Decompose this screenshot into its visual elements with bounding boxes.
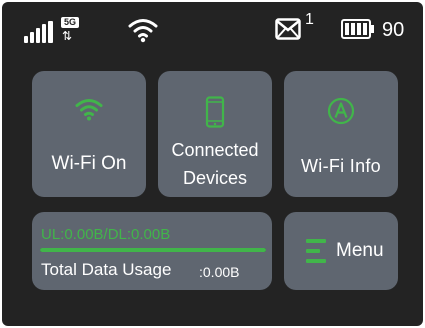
data-activity-icon: ⇅ — [62, 29, 72, 43]
network-type-badge: 5G — [61, 17, 79, 28]
devices-tile-label-line2: Devices — [182, 168, 248, 188]
envelope-icon[interactable] — [275, 18, 301, 40]
phone-icon — [205, 96, 225, 128]
unread-message-count: 1 — [305, 11, 314, 28]
wifi-toggle-tile[interactable]: Wi-Fi On — [32, 71, 146, 197]
menu-button[interactable]: Menu — [284, 212, 398, 290]
data-usage-tile[interactable]: UL:0.00B/DL:0.00B Total Data Usage :0.00… — [32, 212, 272, 290]
signal-strength-icon — [24, 21, 56, 43]
menu-lines-icon — [306, 239, 328, 263]
total-data-usage-label: Total Data Usage — [41, 260, 172, 279]
wifi-tile-label: Wi-Fi On — [51, 153, 127, 174]
total-data-usage-value: :0.00B — [199, 264, 240, 280]
wifi-icon — [128, 19, 158, 43]
wifi-icon — [75, 99, 103, 121]
devices-tile-label-line1: Connected — [171, 140, 259, 160]
battery-percentage: 90 — [382, 19, 405, 41]
menu-label: Menu — [336, 240, 384, 261]
connected-devices-tile[interactable]: Connected Devices — [158, 71, 272, 197]
battery-icon — [341, 19, 374, 39]
wifi-info-tile[interactable]: Wi-Fi Info — [284, 71, 398, 197]
circle-a-icon — [327, 97, 355, 125]
upload-download-rate: UL:0.00B/DL:0.00B — [41, 226, 171, 243]
status-bar: 5G ⇅ 1 90 — [2, 2, 423, 60]
device-screen: 5G ⇅ 1 90 Wi-Fi On Connected Devices Wi-… — [2, 2, 423, 326]
wifi-info-tile-label: Wi-Fi Info — [300, 156, 381, 176]
network-type-indicator: 5G ⇅ — [60, 17, 82, 43]
data-usage-progress-bar — [40, 248, 266, 252]
data-usage-progress-fill — [40, 248, 266, 252]
